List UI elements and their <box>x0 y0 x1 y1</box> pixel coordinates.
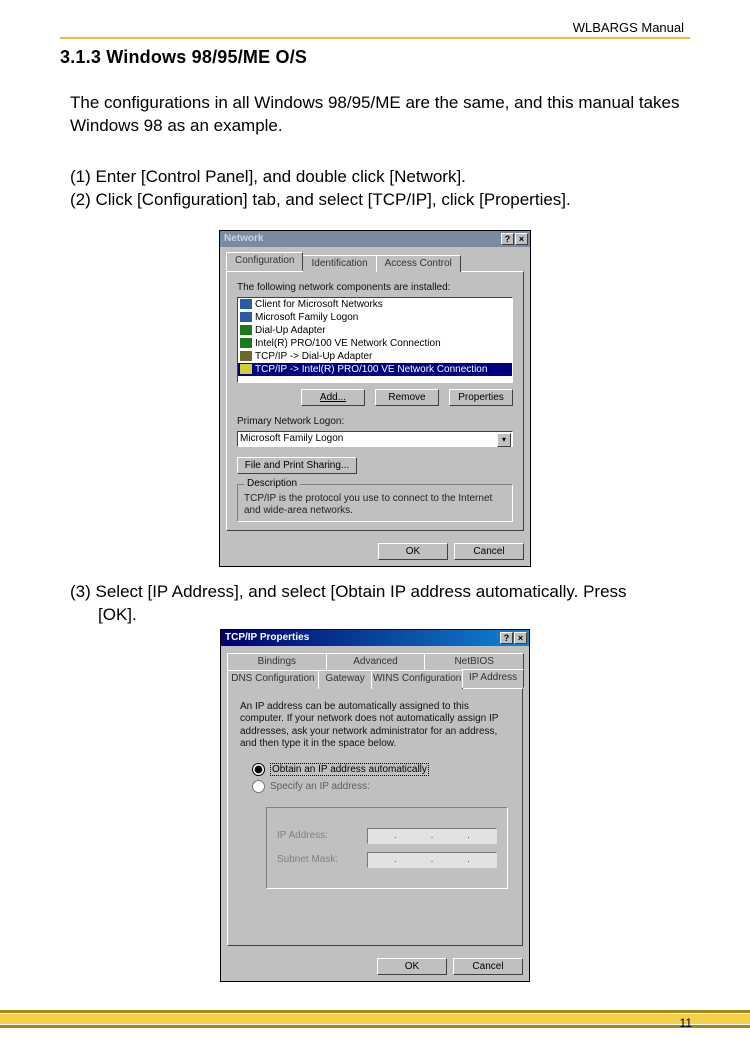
list-item[interactable]: Microsoft Family Logon <box>238 311 512 324</box>
network-dialog: Network ? × Configuration Identification… <box>219 230 531 567</box>
network-tabs: Configuration Identification Access Cont… <box>226 253 524 271</box>
page-number: 11 <box>680 1016 692 1030</box>
client-icon <box>240 299 252 309</box>
add-button-label: Add... <box>320 392 346 403</box>
description-text: TCP/IP is the protocol you use to connec… <box>244 493 506 517</box>
footer-bars: 11 <box>0 1010 750 1028</box>
tab-wins[interactable]: WINS Configuration <box>371 670 463 689</box>
cancel-button[interactable]: Cancel <box>453 958 523 975</box>
client-icon <box>240 312 252 322</box>
tab-identification[interactable]: Identification <box>302 255 376 272</box>
components-listbox[interactable]: Client for Microsoft Networks Microsoft … <box>237 297 513 383</box>
list-item-label: Intel(R) PRO/100 VE Network Connection <box>255 338 441 349</box>
primary-logon-label: Primary Network Logon: <box>237 416 513 427</box>
network-title: Network <box>224 233 263 244</box>
cancel-button[interactable]: Cancel <box>454 543 524 560</box>
close-button[interactable]: × <box>514 632 527 644</box>
tab-netbios[interactable]: NetBIOS <box>424 653 524 670</box>
radio-specify-input[interactable] <box>252 780 265 793</box>
close-button[interactable]: × <box>515 233 528 245</box>
step-3-line2: [OK]. <box>70 604 690 627</box>
ip-address-label: IP Address: <box>277 830 349 841</box>
subnet-mask-field[interactable]: ... <box>367 852 497 868</box>
radio-obtain-auto-label: Obtain an IP address automatically <box>270 763 429 776</box>
step-2: (2) Click [Configuration] tab, and selec… <box>70 189 690 212</box>
ip-fields-group: IP Address: ... Subnet Mask: ... <box>266 807 508 889</box>
tcpip-titlebar: TCP/IP Properties ? × <box>221 630 529 646</box>
list-item-label: Client for Microsoft Networks <box>255 299 383 310</box>
ok-button[interactable]: OK <box>377 958 447 975</box>
list-item[interactable]: Client for Microsoft Networks <box>238 298 512 311</box>
tcpip-title: TCP/IP Properties <box>225 632 309 643</box>
list-item[interactable]: Dial-Up Adapter <box>238 324 512 337</box>
list-item-label: Dial-Up Adapter <box>255 325 326 336</box>
list-item-selected[interactable]: TCP/IP -> Intel(R) PRO/100 VE Network Co… <box>238 363 512 376</box>
ip-explain-text: An IP address can be automatically assig… <box>238 699 512 759</box>
radio-specify-label: Specify an IP address: <box>270 781 370 792</box>
ip-address-field[interactable]: ... <box>367 828 497 844</box>
tcpip-tabs-row1: Bindings Advanced NetBIOS <box>227 652 523 669</box>
section-heading: 3.1.3 Windows 98/95/ME O/S <box>60 47 690 68</box>
subnet-mask-label: Subnet Mask: <box>277 854 349 865</box>
step-1: (1) Enter [Control Panel], and double cl… <box>70 166 690 189</box>
tab-advanced[interactable]: Advanced <box>326 653 426 670</box>
protocol-icon <box>240 351 252 361</box>
tab-dns[interactable]: DNS Configuration <box>227 670 319 689</box>
tab-ip-address[interactable]: IP Address <box>462 669 524 688</box>
adapter-icon <box>240 338 252 348</box>
tab-access-control[interactable]: Access Control <box>376 255 461 272</box>
primary-logon-combo[interactable]: Microsoft Family Logon <box>237 431 513 447</box>
adapter-icon <box>240 325 252 335</box>
list-item[interactable]: TCP/IP -> Dial-Up Adapter <box>238 350 512 363</box>
help-button[interactable]: ? <box>501 233 514 245</box>
radio-obtain-auto-input[interactable] <box>252 763 265 776</box>
description-group-title: Description <box>244 478 300 489</box>
help-button[interactable]: ? <box>500 632 513 644</box>
tab-bindings[interactable]: Bindings <box>227 653 327 670</box>
intro-paragraph: The configurations in all Windows 98/95/… <box>70 92 690 138</box>
ok-button[interactable]: OK <box>378 543 448 560</box>
step-3-line1: (3) Select [IP Address], and select [Obt… <box>70 582 627 601</box>
list-item[interactable]: Intel(R) PRO/100 VE Network Connection <box>238 337 512 350</box>
components-label: The following network components are ins… <box>237 282 513 293</box>
protocol-icon <box>240 364 252 374</box>
properties-button[interactable]: Properties <box>449 389 513 406</box>
primary-logon-value: Microsoft Family Logon <box>240 433 343 444</box>
radio-specify[interactable]: Specify an IP address: <box>252 780 512 793</box>
tab-gateway[interactable]: Gateway <box>318 670 372 689</box>
add-button[interactable]: Add... <box>301 389 365 406</box>
tcpip-dialog: TCP/IP Properties ? × Bindings Advanced … <box>220 629 530 982</box>
tcpip-tabs-row2: DNS Configuration Gateway WINS Configura… <box>227 669 523 688</box>
list-item-label: Microsoft Family Logon <box>255 312 358 323</box>
remove-button[interactable]: Remove <box>375 389 439 406</box>
radio-obtain-auto[interactable]: Obtain an IP address automatically <box>252 763 512 776</box>
network-titlebar: Network ? × <box>220 231 530 247</box>
list-item-label: TCP/IP -> Intel(R) PRO/100 VE Network Co… <box>255 364 487 375</box>
tab-configuration[interactable]: Configuration <box>226 252 303 271</box>
list-item-label: TCP/IP -> Dial-Up Adapter <box>255 351 372 362</box>
file-print-sharing-button[interactable]: File and Print Sharing... <box>237 457 357 474</box>
header-manual-title: WLBARGS Manual <box>60 20 690 39</box>
